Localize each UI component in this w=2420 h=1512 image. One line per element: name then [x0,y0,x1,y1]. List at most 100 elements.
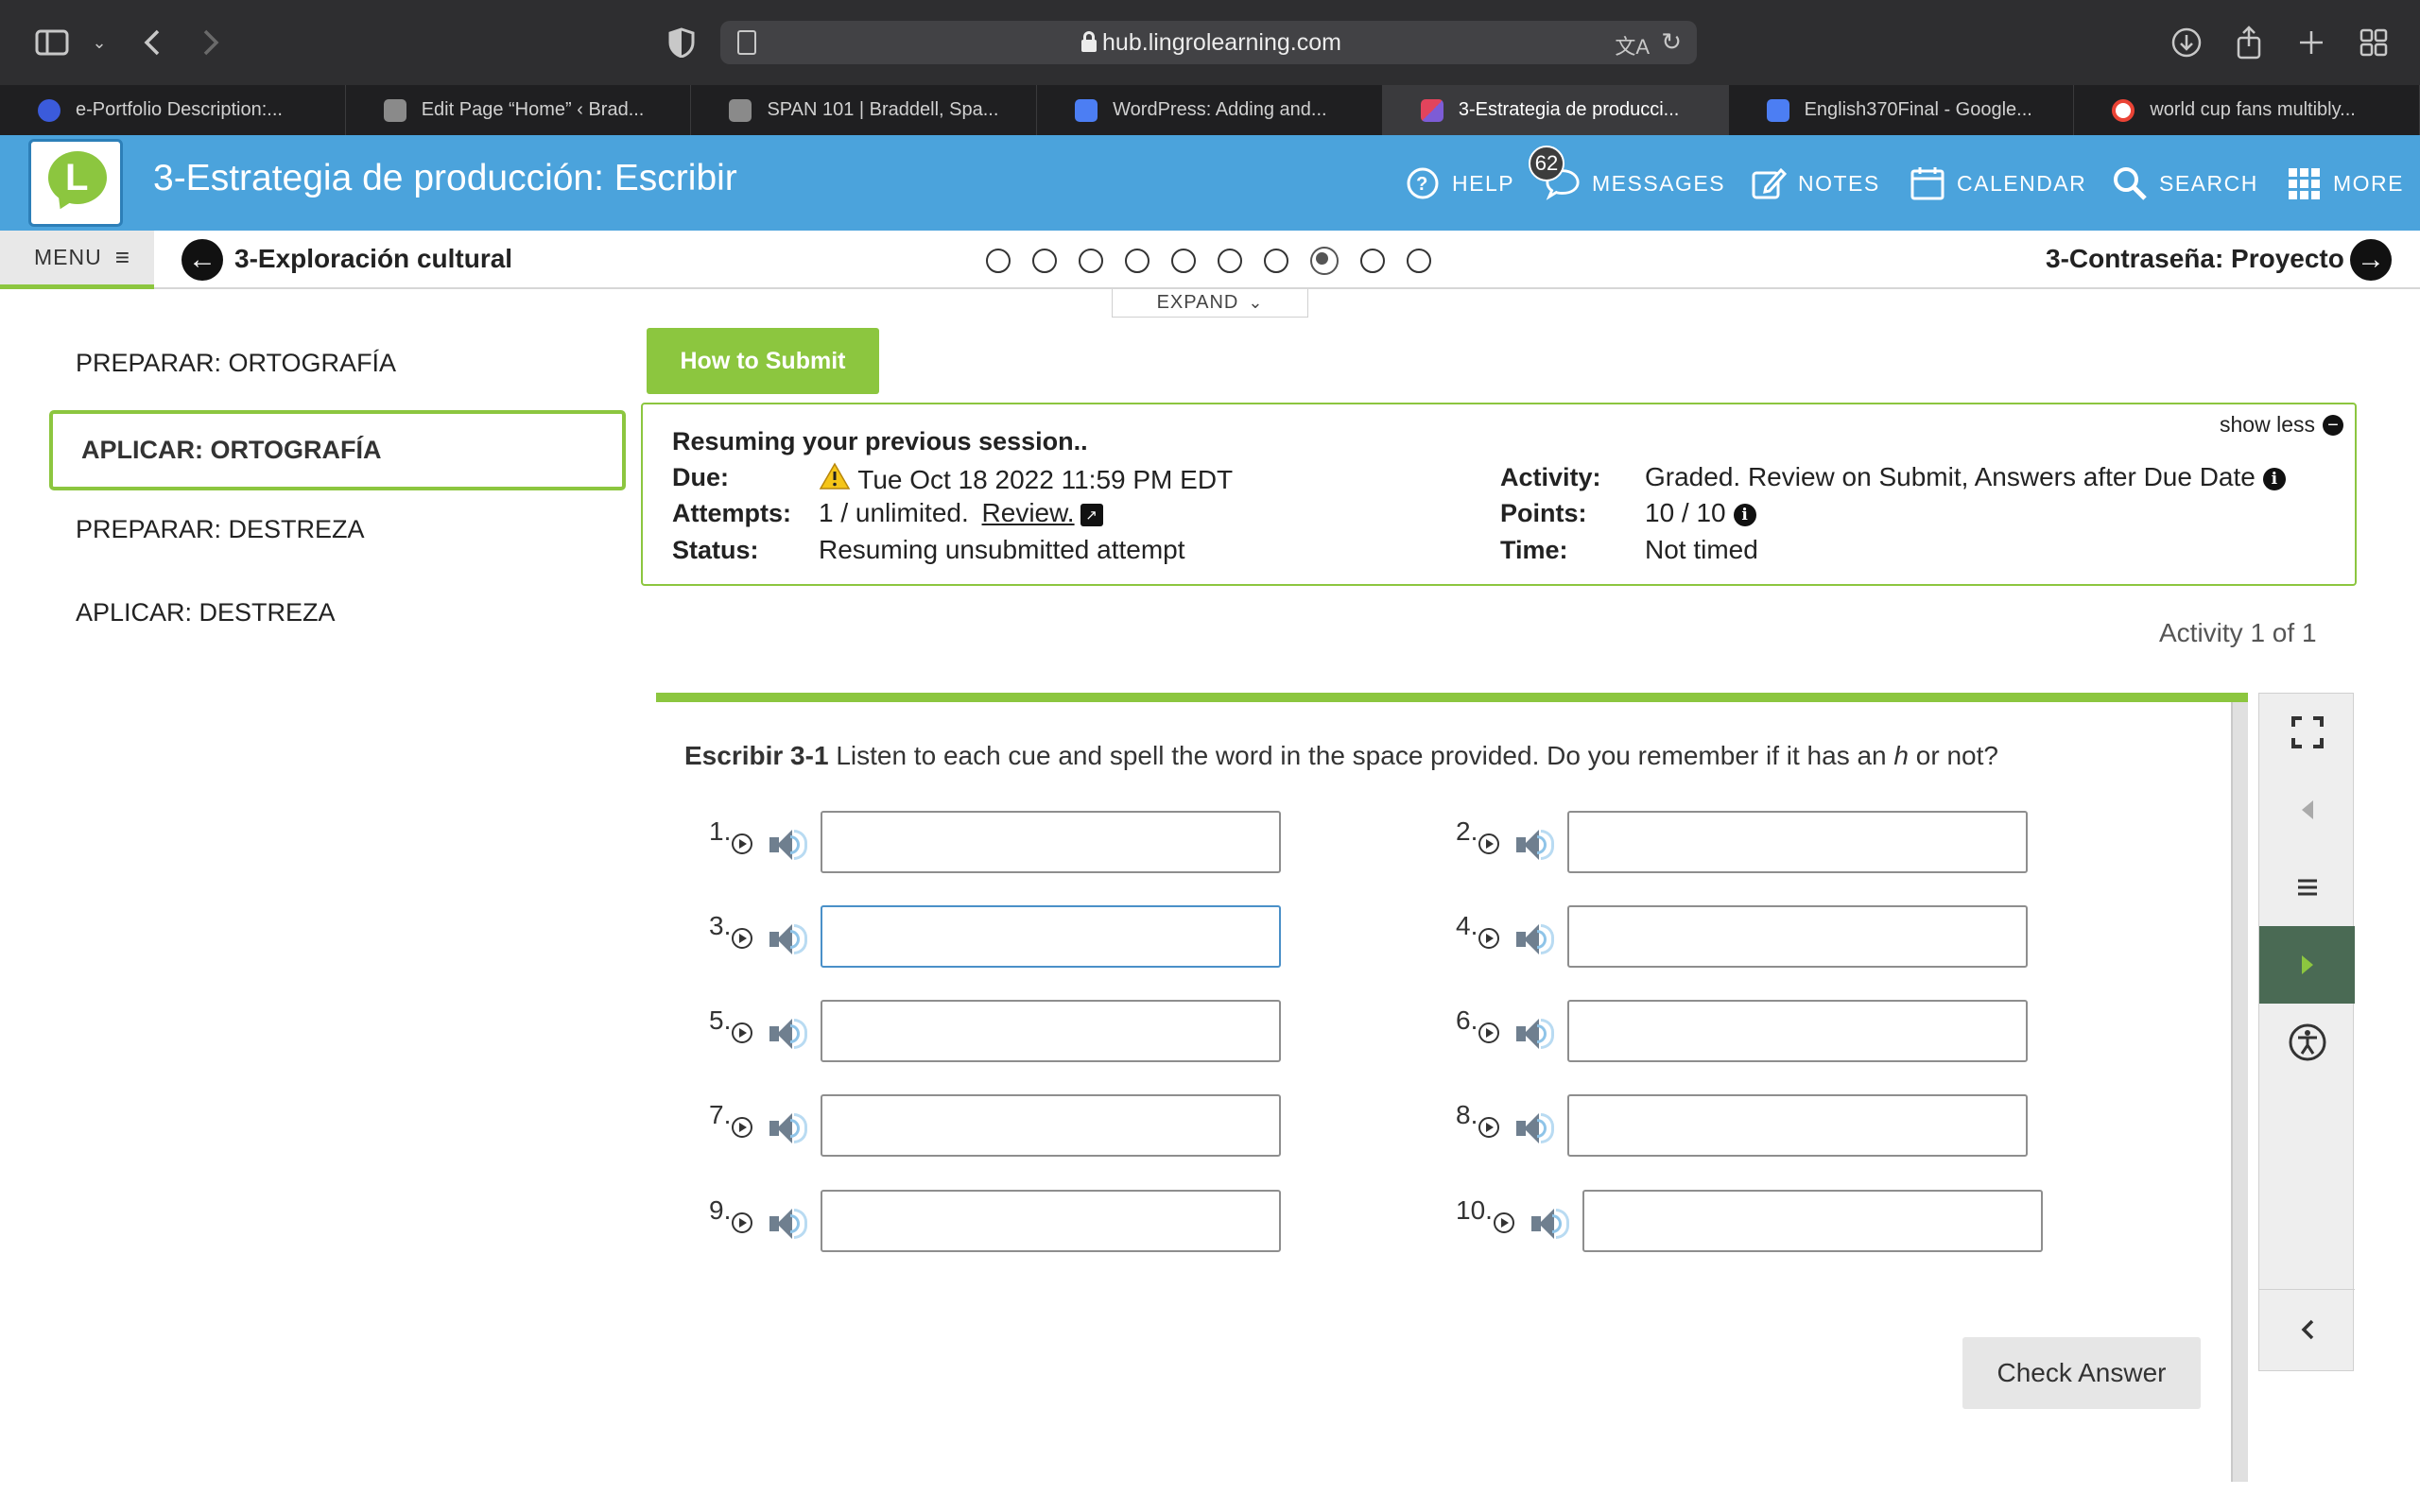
sidebar-item-preparar-ortografia[interactable]: PREPARAR: ORTOGRAFÍA [49,323,626,404]
calendar-button[interactable]: CALENDAR [1910,163,2086,203]
info-icon[interactable]: i [1733,503,1756,526]
attempts-value: 1 / unlimited. Review. ↗ [819,498,1103,528]
check-answer-button[interactable]: Check Answer [1962,1337,2201,1409]
lingro-logo[interactable]: L [28,139,123,227]
browser-tab[interactable]: WordPress: Adding and... [1037,85,1383,135]
progress-dot[interactable] [1264,249,1288,273]
answer-input[interactable] [1567,811,2028,873]
collapse-rail-icon[interactable] [2259,1291,2355,1368]
play-icon[interactable] [732,1117,752,1138]
how-to-submit-button[interactable]: How to Submit [647,328,879,394]
play-icon[interactable] [732,833,752,854]
more-button[interactable]: MORE [2286,163,2404,203]
sidebar-item-aplicar-ortografia[interactable]: APLICAR: ORTOGRAFÍA [49,410,626,490]
browser-tab[interactable]: English370Final - Google... [1729,85,2075,135]
expand-label: EXPAND [1156,292,1239,313]
url-bar[interactable]: hub.lingrolearning.com 文A ↻ [720,21,1697,64]
speaker-icon[interactable] [1514,1015,1556,1053]
speaker-icon[interactable] [1530,1205,1571,1243]
speaker-icon[interactable] [768,1015,809,1053]
share-icon[interactable] [2229,23,2269,62]
play-icon[interactable] [732,1022,752,1043]
answer-input[interactable] [1582,1190,2043,1252]
accessibility-icon[interactable] [2259,1004,2355,1081]
play-icon[interactable] [732,1212,752,1233]
menu-button[interactable]: MENU ≡ [0,231,154,289]
progress-dot[interactable] [1125,249,1150,273]
show-less-toggle[interactable]: show less − [2220,412,2343,438]
info-icon[interactable]: i [2262,467,2286,490]
speaker-icon[interactable] [768,920,809,958]
answer-input[interactable] [1567,1000,2028,1062]
reload-icon[interactable]: ↻ [1661,27,1682,57]
warning-icon [819,462,851,497]
speaker-icon[interactable] [768,1205,809,1243]
answer-input[interactable] [821,1000,1281,1062]
activity-scrollbar[interactable] [2231,702,2248,1482]
answer-input[interactable] [1567,1094,2028,1157]
expand-toggle[interactable]: EXPAND ⌄ [1112,289,1308,318]
speaker-icon[interactable] [1514,1109,1556,1147]
sidebar-item-preparar-destreza[interactable]: PREPARAR: DESTREZA [49,490,626,570]
instruction-italic: h [1893,741,1909,770]
fullscreen-icon[interactable] [2259,694,2355,771]
review-link[interactable]: Review. [982,498,1075,527]
browser-tab[interactable]: world cup fans multibly... [2074,85,2420,135]
answer-input[interactable] [821,811,1281,873]
play-icon[interactable] [1478,833,1499,854]
translate-icon[interactable]: 文A [1615,30,1650,60]
new-tab-icon[interactable] [2291,23,2331,62]
play-icon[interactable] [1478,928,1499,949]
chevron-down-icon[interactable]: ⌄ [79,23,119,62]
play-icon[interactable] [1478,1117,1499,1138]
answer-input[interactable] [1567,905,2028,968]
answer-input[interactable] [821,1094,1281,1157]
external-link-icon[interactable]: ↗ [1080,503,1103,526]
progress-dot-current[interactable] [1310,247,1339,275]
progress-dot[interactable] [1171,249,1196,273]
play-icon[interactable] [1494,1212,1514,1233]
play-icon[interactable] [1478,1022,1499,1043]
tab-label: SPAN 101 | Braddell, Spa... [767,99,999,120]
speaker-icon[interactable] [1514,826,1556,864]
progress-dot[interactable] [1218,249,1242,273]
messages-button[interactable]: MESSAGES [1545,163,1725,203]
download-icon[interactable] [2167,23,2206,62]
progress-dot[interactable] [1079,249,1103,273]
speaker-icon[interactable] [768,826,809,864]
progress-dot[interactable] [1407,249,1431,273]
time-value: Not timed [1645,535,1758,564]
arrow-right-icon[interactable]: → [2350,239,2392,281]
previous-item-icon[interactable] [2259,771,2355,849]
activity-instructions: Escribir 3-1 Listen to each cue and spel… [684,741,1998,771]
search-button[interactable]: SEARCH [2112,163,2258,203]
back-icon[interactable] [132,23,172,62]
browser-tab-active[interactable]: 3-Estrategia de producci... [1382,85,1729,135]
browser-tab[interactable]: Edit Page “Home” ‹ Brad... [346,85,692,135]
progress-dot[interactable] [1360,249,1385,273]
browser-tab[interactable]: e-Portfolio Description:... [0,85,346,135]
list-icon[interactable] [2259,849,2355,926]
sidebar-toggle-icon[interactable] [32,23,72,62]
play-icon[interactable] [732,928,752,949]
sidebar-item-aplicar-destreza[interactable]: APLICAR: DESTREZA [49,573,626,653]
reader-icon[interactable] [737,30,756,55]
speaker-icon[interactable] [768,1109,809,1147]
speaker-icon[interactable] [1514,920,1556,958]
progress-dot[interactable] [986,249,1011,273]
next-item-icon[interactable] [2259,926,2355,1004]
notes-button[interactable]: NOTES [1751,163,1880,203]
help-button[interactable]: ? HELP [1405,163,1514,203]
tab-overview-icon[interactable] [2354,23,2394,62]
forward-icon[interactable] [191,23,231,62]
previous-activity-link[interactable]: 3-Exploración cultural [234,244,512,274]
search-label: SEARCH [2159,170,2258,196]
browser-toolbar: ⌄ hub.lingrolearning.com 文A ↻ [0,0,2420,85]
arrow-left-icon[interactable]: ← [182,239,223,281]
progress-dot[interactable] [1032,249,1057,273]
privacy-shield-icon[interactable] [662,23,701,62]
browser-tab[interactable]: SPAN 101 | Braddell, Spa... [691,85,1038,135]
answer-input[interactable] [821,1190,1281,1252]
answer-input[interactable] [821,905,1281,968]
next-activity-link[interactable]: 3-Contraseña: Proyecto [2046,244,2344,274]
